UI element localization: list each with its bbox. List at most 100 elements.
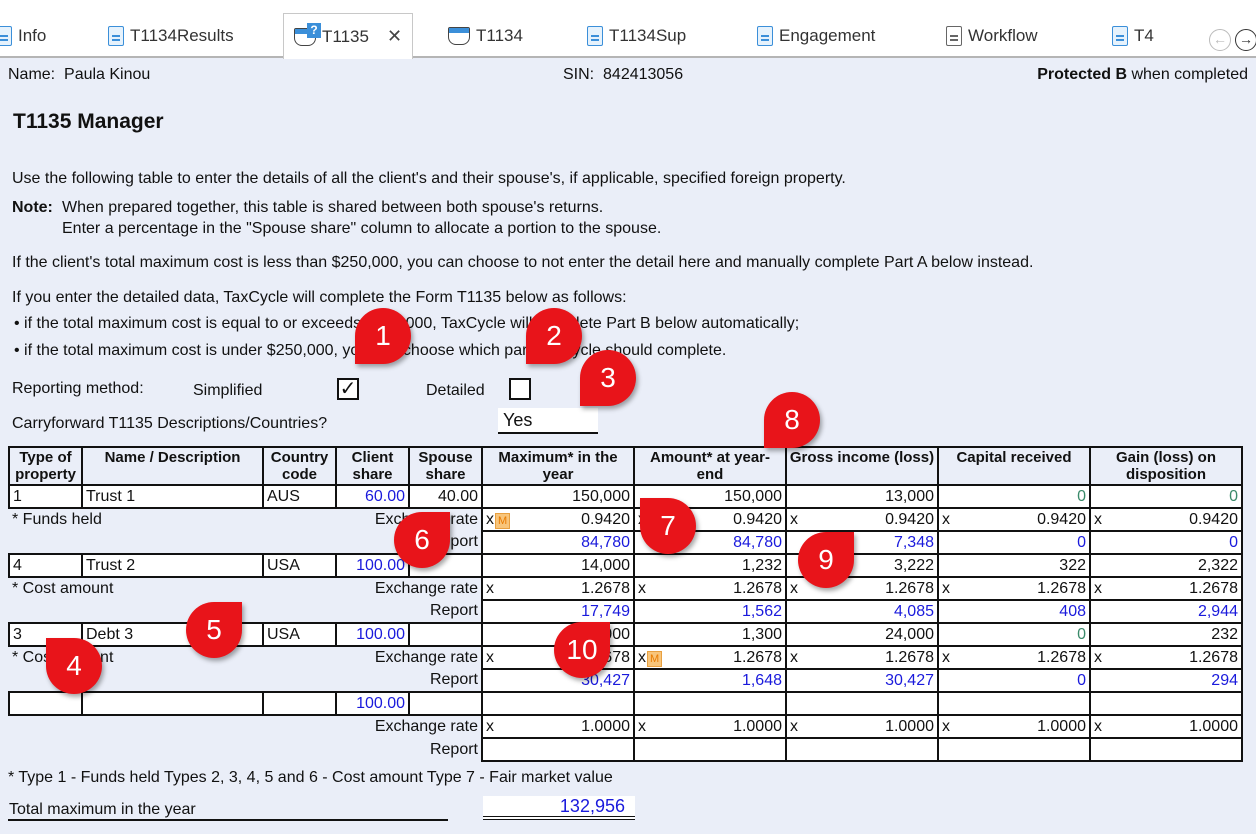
name-cell[interactable] (81, 691, 264, 716)
report-row: Report (9, 737, 1243, 762)
amount-cell[interactable]: 1,300 (633, 622, 787, 647)
exchange-rate-label: Exchange rate (374, 649, 478, 666)
exchange-rate-cell[interactable]: x 1.2678 (937, 645, 1091, 670)
total-underline (8, 819, 448, 821)
exchange-rate-value: 1.2678 (1189, 579, 1238, 597)
multiply-sign: x (638, 579, 646, 597)
name-cell[interactable]: Trust 1 (81, 484, 264, 509)
exchange-rate-cell[interactable]: x M 0.9420 (481, 507, 635, 532)
tab-workflow[interactable]: Workflow (946, 14, 1038, 58)
carryforward-select[interactable]: Yes (498, 408, 598, 434)
multiply-sign: x (790, 510, 798, 528)
exchange-rate-cell[interactable]: x 1.0000 (633, 714, 787, 739)
property-row: 1 Trust 1 AUS 60.00 40.00 150,000 150,000 13,00… (8, 484, 1243, 509)
exchange-rate-cell[interactable]: x 0.9420 (937, 507, 1091, 532)
client-share-cell[interactable]: 100.00 (335, 691, 410, 716)
exchange-rate-cell[interactable]: x 1.2678 (1089, 576, 1243, 601)
property-note (9, 715, 336, 738)
amount-cell[interactable] (1089, 691, 1243, 716)
amount-cell[interactable]: 14,000 (481, 553, 635, 578)
simplified-checkbox[interactable]: ✓ (337, 378, 359, 400)
amount-cell[interactable] (481, 691, 635, 716)
callout-marker: 8 (764, 392, 820, 448)
amount-cell[interactable]: 2,322 (1089, 553, 1243, 578)
amount-cell[interactable]: 150,000 (481, 484, 635, 509)
tab-info[interactable]: Info (0, 14, 46, 58)
client-share-cell[interactable]: 100.00 (335, 553, 410, 578)
manual-override-flag-icon: M (647, 650, 663, 667)
multiply-sign: x (638, 717, 646, 735)
amount-cell[interactable]: 13,000 (785, 484, 939, 509)
close-icon[interactable]: ✕ (387, 26, 402, 47)
exchange-rate-cell[interactable]: x 1.2678 (937, 576, 1091, 601)
report-value-cell: 30,427 (481, 668, 635, 693)
reporting-method-label: Reporting method: (12, 380, 144, 397)
tab-t1134results[interactable]: T1134Results (108, 14, 234, 58)
exchange-rate-cell[interactable]: x 0.9420 (785, 507, 939, 532)
amount-cell[interactable] (633, 691, 787, 716)
exchange-rate-cell[interactable]: x 1.0000 (1089, 714, 1243, 739)
document-icon (757, 26, 773, 46)
spouse-share-cell[interactable] (408, 622, 483, 647)
spacer (9, 600, 336, 623)
scroll-forward-arrow-icon[interactable]: → (1235, 29, 1256, 51)
amount-cell[interactable]: 1,232 (633, 553, 787, 578)
country-cell[interactable]: AUS (262, 484, 337, 509)
name-cell[interactable]: Trust 2 (81, 553, 264, 578)
exchange-rate-value: 1.2678 (733, 648, 782, 666)
client-share-cell[interactable]: 100.00 (335, 622, 410, 647)
report-value-cell: 17,749 (481, 599, 635, 624)
exchange-rate-cell[interactable]: x M 1.2678 (633, 645, 787, 670)
tab-t1135[interactable]: ? T1135 ✕ (283, 13, 414, 59)
exchange-rate-cell[interactable]: x 1.0000 (481, 714, 635, 739)
exchange-rate-value: 1.2678 (885, 648, 934, 666)
amount-cell[interactable] (785, 691, 939, 716)
report-value-cell: 30,427 (785, 668, 939, 693)
detailed-checkbox[interactable] (509, 378, 531, 400)
exchange-rate-cell[interactable]: x 0.9420 (1089, 507, 1243, 532)
exchange-rate-value: 1.0000 (733, 717, 782, 735)
simplified-label: Simplified (193, 382, 263, 399)
type-cell[interactable]: 4 (8, 553, 83, 578)
tab-engagement[interactable]: Engagement (757, 14, 875, 58)
exchange-rate-cell[interactable]: x 1.0000 (785, 714, 939, 739)
spouse-share-cell[interactable]: 40.00 (408, 484, 483, 509)
exchange-rate-cell[interactable]: x 1.2678 (1089, 645, 1243, 670)
multiply-sign: x (790, 648, 798, 666)
exchange-rate-cell[interactable]: x 1.2678 (785, 645, 939, 670)
multiply-sign: x (486, 717, 494, 735)
col-maximum: Maximum* in the year (481, 446, 635, 486)
amount-cell[interactable]: 0 (1089, 484, 1243, 509)
country-cell[interactable]: USA (262, 553, 337, 578)
scroll-back-arrow-icon[interactable]: ← (1209, 29, 1231, 51)
exchange-rate-value: 0.9420 (885, 510, 934, 528)
country-cell[interactable] (262, 691, 337, 716)
exchange-rate-cell[interactable]: x 1.2678 (633, 576, 787, 601)
spouse-share-cell[interactable] (408, 691, 483, 716)
report-label: Report (429, 740, 478, 758)
report-value-cell: 0 (937, 668, 1091, 693)
exchange-rate-cell[interactable]: x 1.2678 (481, 576, 635, 601)
amount-cell[interactable]: 322 (937, 553, 1091, 578)
protected-notice: Protected B when completed (1037, 66, 1248, 83)
type-cell[interactable] (8, 691, 83, 716)
tab-t4[interactable]: T4 (1112, 14, 1154, 58)
exchange-rate-cell[interactable]: x 1.0000 (937, 714, 1091, 739)
country-cell[interactable]: USA (262, 622, 337, 647)
amount-cell[interactable]: 232 (1089, 622, 1243, 647)
client-share-cell[interactable]: 60.00 (335, 484, 410, 509)
amount-cell[interactable]: 0 (937, 484, 1091, 509)
amount-cell[interactable]: 24,000 (785, 622, 939, 647)
amount-cell[interactable]: 0 (937, 622, 1091, 647)
exchange-rate-value: 1.2678 (1037, 648, 1086, 666)
amount-cell[interactable] (937, 691, 1091, 716)
report-value-cell: 2,944 (1089, 599, 1243, 624)
type-cell[interactable]: 1 (8, 484, 83, 509)
multiply-sign: x (1094, 510, 1102, 528)
tab-t1134sup[interactable]: T1134Sup (587, 14, 686, 58)
report-value-cell (937, 737, 1091, 762)
report-value-cell (785, 737, 939, 762)
col-gross-income: Gross income (loss) (785, 446, 939, 486)
tab-t1134[interactable]: T1134 (448, 14, 523, 58)
callout-marker: 9 (798, 532, 854, 588)
